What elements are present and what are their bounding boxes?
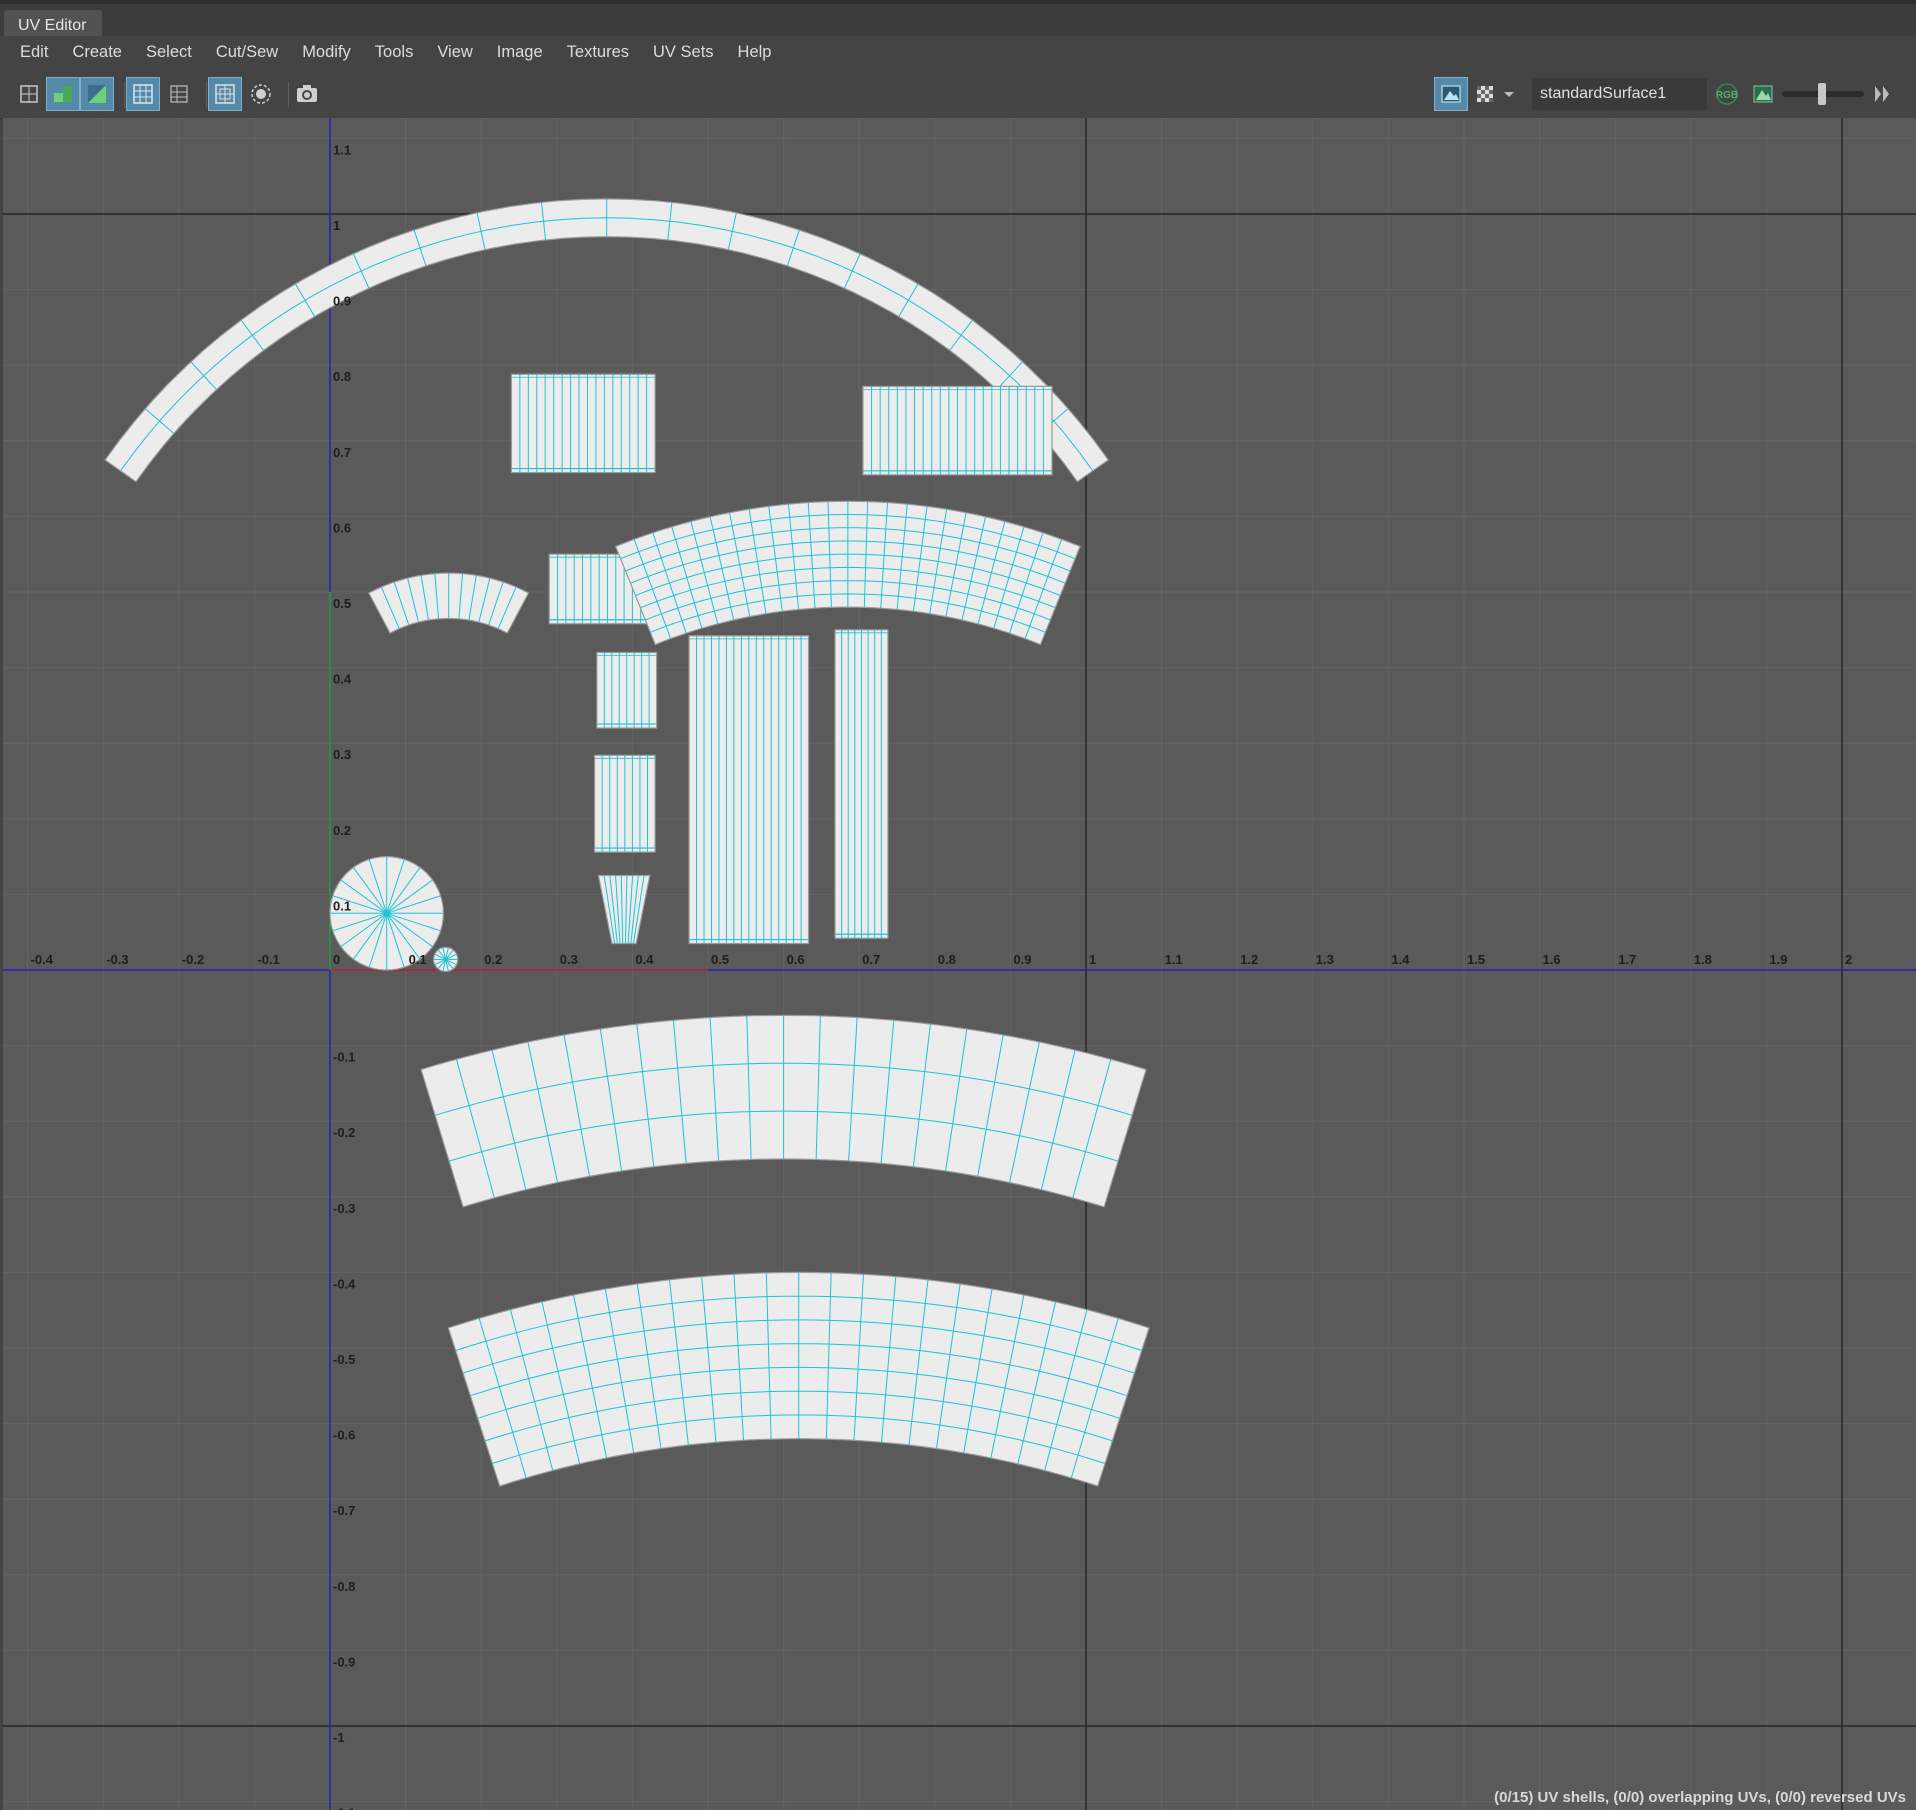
u-tick-label: 0.1 [409, 952, 427, 967]
shader-name-field[interactable]: standardSurface1 [1532, 78, 1707, 110]
uv-snapshot-grid-icon[interactable] [12, 77, 46, 111]
menu-create[interactable]: Create [60, 37, 134, 67]
window-titlebar: UV Editor [0, 0, 1916, 40]
uv-shell[interactable] [593, 754, 656, 853]
menu-textures[interactable]: Textures [555, 37, 641, 67]
toolbar: standardSurface1 RGB [0, 70, 1916, 119]
u-tick-label: -0.4 [31, 952, 54, 967]
u-tick-label: 1.9 [1769, 952, 1787, 967]
u-tick-label: -0.1 [257, 952, 279, 967]
v-tick-label: -0.8 [333, 1579, 355, 1594]
u-tick-label: 1.1 [1165, 952, 1183, 967]
u-tick-label: 1.3 [1316, 952, 1334, 967]
menu-modify[interactable]: Modify [290, 37, 363, 67]
uv-shell[interactable] [597, 874, 651, 945]
u-tick-label: 0.4 [635, 952, 654, 967]
u-tick-label: -0.3 [106, 952, 128, 967]
u-tick-label: 1 [1089, 952, 1096, 967]
v-tick-label: 1 [333, 218, 340, 233]
v-tick-label: -0.1 [333, 1050, 355, 1065]
v-tick-label: 0.7 [333, 445, 351, 460]
u-tick-label: 1.5 [1467, 952, 1485, 967]
v-tick-label: -0.6 [333, 1428, 355, 1443]
v-tick-label: 1.1 [333, 142, 351, 157]
u-tick-label: 0.9 [1013, 952, 1031, 967]
wireframe-grid-icon[interactable] [126, 77, 160, 111]
chevron-down-icon[interactable] [1500, 77, 1518, 111]
u-tick-label: 0.6 [787, 952, 805, 967]
snapshot-camera-icon[interactable] [290, 77, 324, 111]
u-tick-label: 0.2 [484, 952, 502, 967]
uv-grid-icon[interactable] [162, 77, 196, 111]
u-tick-label: 0.7 [862, 952, 880, 967]
menu-image[interactable]: Image [485, 37, 555, 67]
rgb-channel-icon[interactable]: RGB [1710, 77, 1744, 111]
uv-viewport[interactable]: -0.4 -0.3 -0.2 -0.1 0 0.1 0.2 0.3 0.4 0.5 0.6 0.7 0.… [3, 118, 1916, 1810]
uv-shell[interactable] [447, 1271, 1150, 1487]
u-tick-label: 0.5 [711, 952, 729, 967]
v-tick-label: 0.5 [333, 596, 351, 611]
exposure-icon[interactable] [1746, 77, 1780, 111]
v-tick-label: -0.9 [333, 1654, 355, 1669]
u-tick-label: 1.8 [1694, 952, 1712, 967]
menu-select[interactable]: Select [134, 37, 204, 67]
v-tick-label: -0.3 [333, 1201, 355, 1216]
u-tick-label: 2 [1845, 952, 1852, 967]
u-tick-label: 0 [333, 952, 340, 967]
menu-help[interactable]: Help [726, 37, 784, 67]
v-tick-label: 0.6 [333, 520, 351, 535]
uv-shell[interactable] [432, 946, 459, 973]
v-tick-label: -0.7 [333, 1503, 355, 1518]
shaded-uvs-icon[interactable] [80, 77, 114, 111]
uv-shell[interactable] [510, 373, 656, 474]
u-tick-label: 1.6 [1543, 952, 1561, 967]
menu-view[interactable]: View [425, 37, 484, 67]
checker-icon[interactable] [1468, 77, 1502, 111]
menu-tools[interactable]: Tools [363, 37, 426, 67]
uv-shell[interactable] [834, 629, 889, 939]
texture-borders-icon[interactable] [244, 77, 278, 111]
uv-shell[interactable] [688, 635, 810, 945]
status-bar: (0/15) UV shells, (0/0) overlapping UVs,… [1494, 1789, 1906, 1806]
v-tick-label: 0.3 [333, 747, 351, 762]
u-tick-label: 1.7 [1618, 952, 1636, 967]
v-tick-label: 0.8 [333, 369, 351, 384]
v-tick-label: 0.4 [333, 672, 352, 687]
u-tick-label: 1.2 [1240, 952, 1258, 967]
rgb-label: RGB [1716, 90, 1738, 101]
uv-shell[interactable] [614, 500, 1081, 646]
v-tick-label: -0.2 [333, 1125, 355, 1140]
image-display-icon[interactable] [1434, 77, 1468, 111]
menu-edit[interactable]: Edit [8, 37, 60, 67]
uv-shell[interactable] [862, 385, 1053, 476]
menu-cut-sew[interactable]: Cut/Sew [204, 37, 290, 67]
u-tick-label: -0.2 [182, 952, 204, 967]
menu-bar: Edit Create Select Cut/Sew Modify Tools … [0, 36, 1916, 68]
uv-shell[interactable] [596, 651, 658, 729]
v-tick-label: -1.1 [333, 1806, 355, 1810]
isolate-select-icon[interactable] [46, 77, 80, 111]
u-tick-label: 0.8 [938, 952, 956, 967]
exposure-slider-handle[interactable] [1818, 83, 1826, 105]
v-tick-label: -0.4 [333, 1276, 356, 1291]
v-tick-label: 0.1 [333, 898, 351, 913]
uv-canvas[interactable]: -0.4 -0.3 -0.2 -0.1 0 0.1 0.2 0.3 0.4 0.5 0.6 0.7 0.… [3, 118, 1916, 1810]
u-tick-label: 0.3 [560, 952, 578, 967]
v-tick-label: 0.9 [333, 294, 351, 309]
uv-shell[interactable] [367, 572, 530, 634]
play-arrow-icon[interactable] [1870, 77, 1894, 111]
v-tick-label: 0.2 [333, 823, 351, 838]
u-tick-label: 1.4 [1391, 952, 1410, 967]
distortion-icon[interactable] [208, 77, 242, 111]
v-tick-label: -1 [333, 1730, 345, 1745]
v-tick-label: -0.5 [333, 1352, 355, 1367]
menu-uv-sets[interactable]: UV Sets [641, 37, 726, 67]
